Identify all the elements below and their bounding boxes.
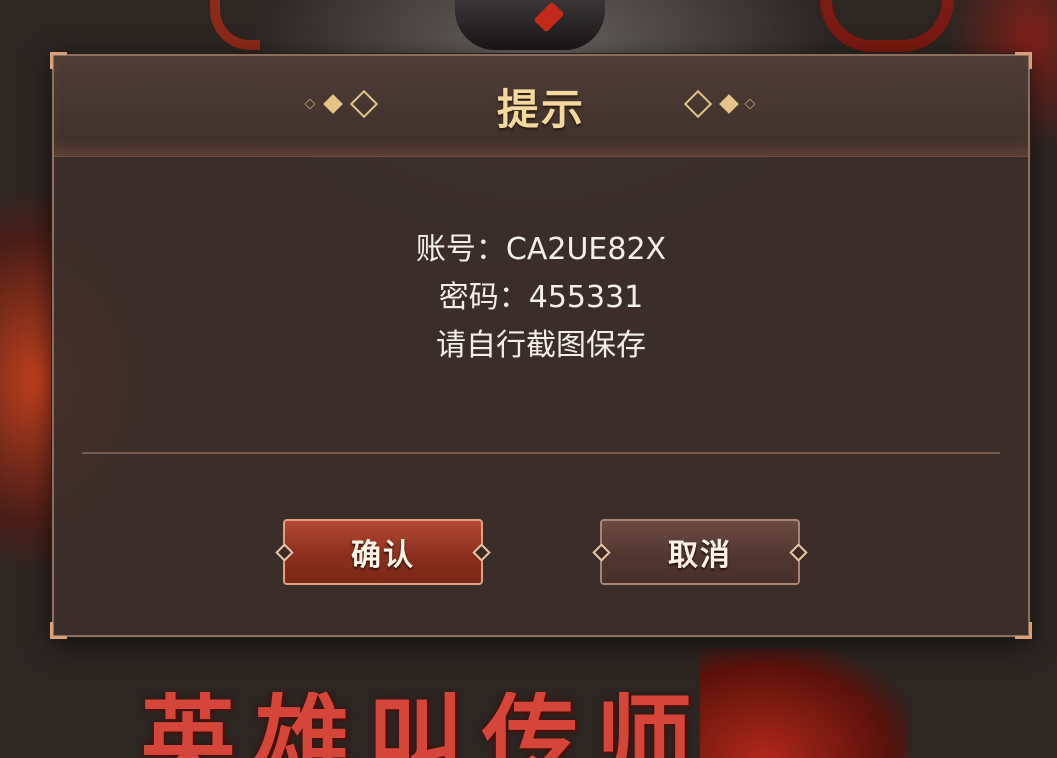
dialog-title: 提示 bbox=[496, 85, 585, 134]
screenshot-hint: 请自行截图保存 bbox=[436, 328, 646, 363]
button-tip-icon bbox=[789, 543, 808, 562]
divider bbox=[82, 452, 1000, 454]
password-line: 密码：455331 bbox=[438, 280, 644, 315]
account-info: 账号：CA2UE82X 密码：455331 请自行截图保存 bbox=[54, 226, 1028, 370]
diamond-ornament-icon bbox=[666, 88, 781, 120]
character-horn-right bbox=[820, 0, 954, 52]
button-tip-icon bbox=[275, 543, 294, 562]
account-info-dialog: 提示 账号：CA2UE82X 密码：455331 请自行截图保存 确认 取消 bbox=[50, 52, 1032, 639]
cancel-button[interactable]: 取消 bbox=[592, 519, 808, 585]
character-crown bbox=[455, 0, 605, 50]
game-logo: 英雄叫传师 bbox=[140, 692, 710, 758]
confirm-label: 确认 bbox=[351, 538, 415, 573]
character-horn-left bbox=[210, 0, 260, 50]
cancel-label: 取消 bbox=[668, 538, 732, 573]
button-tip-icon bbox=[592, 543, 611, 562]
confirm-button[interactable]: 确认 bbox=[275, 519, 491, 585]
dialog-header: 提示 bbox=[54, 56, 1028, 157]
corner-decoration bbox=[1015, 622, 1032, 639]
corner-decoration bbox=[50, 622, 67, 639]
button-tip-icon bbox=[472, 543, 491, 562]
account-line: 账号：CA2UE82X bbox=[415, 232, 667, 267]
